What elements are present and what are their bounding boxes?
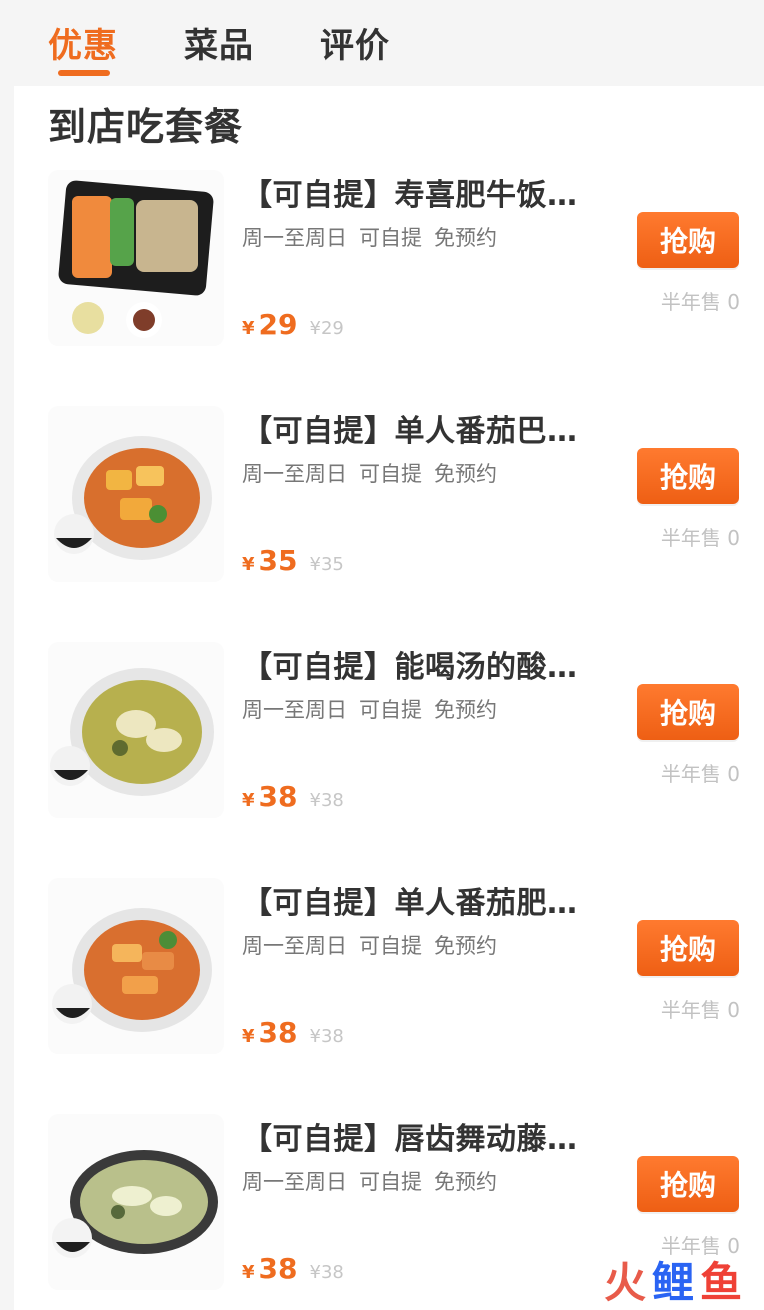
tag-pickup: 可自提 [359,462,422,486]
deal-item-1[interactable]: 【可自提】寿喜肥牛饭… 周一至周日 可自提 免预约 ¥ 29 ¥29 抢购 半年… [14,164,764,390]
sales-count: 半年售 0 [660,290,740,314]
watermark-char-2: 鲤 [651,1258,694,1307]
item-name: 【可自提】能喝汤的酸… [242,650,578,685]
deal-item-3[interactable]: 【可自提】能喝汤的酸… 周一至周日 可自提 免预约 ¥ 38 ¥38 抢购 半年… [14,636,764,862]
currency-symbol: ¥ [242,1026,255,1047]
price: 38 [258,1252,298,1285]
original-price: ¥38 [309,1026,344,1047]
currency-symbol: ¥ [242,1262,255,1283]
deals-panel: 到店吃套餐 【可自提】寿喜肥牛饭… 周一至周日 可自提 免预约 ¥ 29 ¥29… [14,86,764,1310]
item-tags: 周一至周日 可自提 免预约 [242,222,497,252]
active-tab-underline [58,70,110,76]
price: 29 [258,308,298,341]
deal-item-2[interactable]: 【可自提】单人番茄巴… 周一至周日 可自提 免预约 ¥ 35 ¥35 抢购 半年… [14,400,764,626]
currency-symbol: ¥ [242,554,255,575]
original-price: ¥35 [309,554,344,575]
original-price: ¥38 [309,790,344,811]
buy-button[interactable]: 抢购 [637,448,739,504]
sales-count: 半年售 0 [660,526,740,550]
beef-rice-bento-icon [48,170,224,346]
tab-reviews[interactable]: 评价 [320,18,390,67]
tag-pickup: 可自提 [359,698,422,722]
item-tags: 周一至周日 可自提 免预约 [242,930,497,960]
tag-pickup: 可自提 [359,934,422,958]
tag-days: 周一至周日 [242,934,347,958]
buy-button[interactable]: 抢购 [637,684,739,740]
deal-item-4[interactable]: 【可自提】单人番茄肥… 周一至周日 可自提 免预约 ¥ 38 ¥38 抢购 半年… [14,872,764,1098]
page: 优惠 菜品 评价 到店吃套餐 【可自提】寿喜肥牛饭… 周一至周日 可自提 免预约… [0,0,764,1310]
item-name: 【可自提】唇齿舞动藤… [242,1122,578,1157]
tomato-hotpot-icon [48,406,224,582]
buy-button[interactable]: 抢购 [637,920,739,976]
item-name: 【可自提】单人番茄肥… [242,886,578,921]
price: 38 [258,1016,298,1049]
price: 35 [258,544,298,577]
price-area: ¥ 29 ¥29 [242,308,344,341]
tag-days: 周一至周日 [242,226,347,250]
buy-button[interactable]: 抢购 [637,1156,739,1212]
tab-discount[interactable]: 优惠 [48,18,118,67]
original-price: ¥29 [309,318,344,339]
item-tags: 周一至周日 可自提 免预约 [242,458,497,488]
price-area: ¥ 38 ¥38 [242,1252,344,1285]
tomato-beef-pot-icon [48,878,224,1054]
item-tags: 周一至周日 可自提 免预约 [242,694,497,724]
tag-pickup: 可自提 [359,226,422,250]
tag-no-reservation: 免预约 [434,226,497,250]
original-price: ¥38 [309,1262,344,1283]
price-area: ¥ 38 ¥38 [242,780,344,813]
brand-watermark: 火 鲤 鱼 [604,1262,742,1304]
buy-button[interactable]: 抢购 [637,212,739,268]
tag-no-reservation: 免预约 [434,1170,497,1194]
tag-days: 周一至周日 [242,462,347,486]
tag-no-reservation: 免预约 [434,934,497,958]
top-tabs: 优惠 菜品 评价 [0,0,764,86]
currency-symbol: ¥ [242,790,255,811]
sales-count: 半年售 0 [660,1234,740,1258]
item-name: 【可自提】单人番茄巴… [242,414,578,449]
tag-no-reservation: 免预约 [434,462,497,486]
item-name: 【可自提】寿喜肥牛饭… [242,178,578,213]
currency-symbol: ¥ [242,318,255,339]
tab-dishes[interactable]: 菜品 [184,18,254,67]
price: 38 [258,780,298,813]
sour-soup-pot-icon [48,642,224,818]
tag-days: 周一至周日 [242,1170,347,1194]
item-tags: 周一至周日 可自提 免预约 [242,1166,497,1196]
watermark-char-1: 火 [603,1258,646,1307]
tag-no-reservation: 免预约 [434,698,497,722]
price-area: ¥ 38 ¥38 [242,1016,344,1049]
tag-pickup: 可自提 [359,1170,422,1194]
price-area: ¥ 35 ¥35 [242,544,344,577]
green-pepper-fish-pot-icon [48,1114,224,1290]
sales-count: 半年售 0 [660,998,740,1022]
sales-count: 半年售 0 [660,762,740,786]
tag-days: 周一至周日 [242,698,347,722]
section-title: 到店吃套餐 [48,105,244,149]
watermark-char-3: 鱼 [699,1258,742,1307]
